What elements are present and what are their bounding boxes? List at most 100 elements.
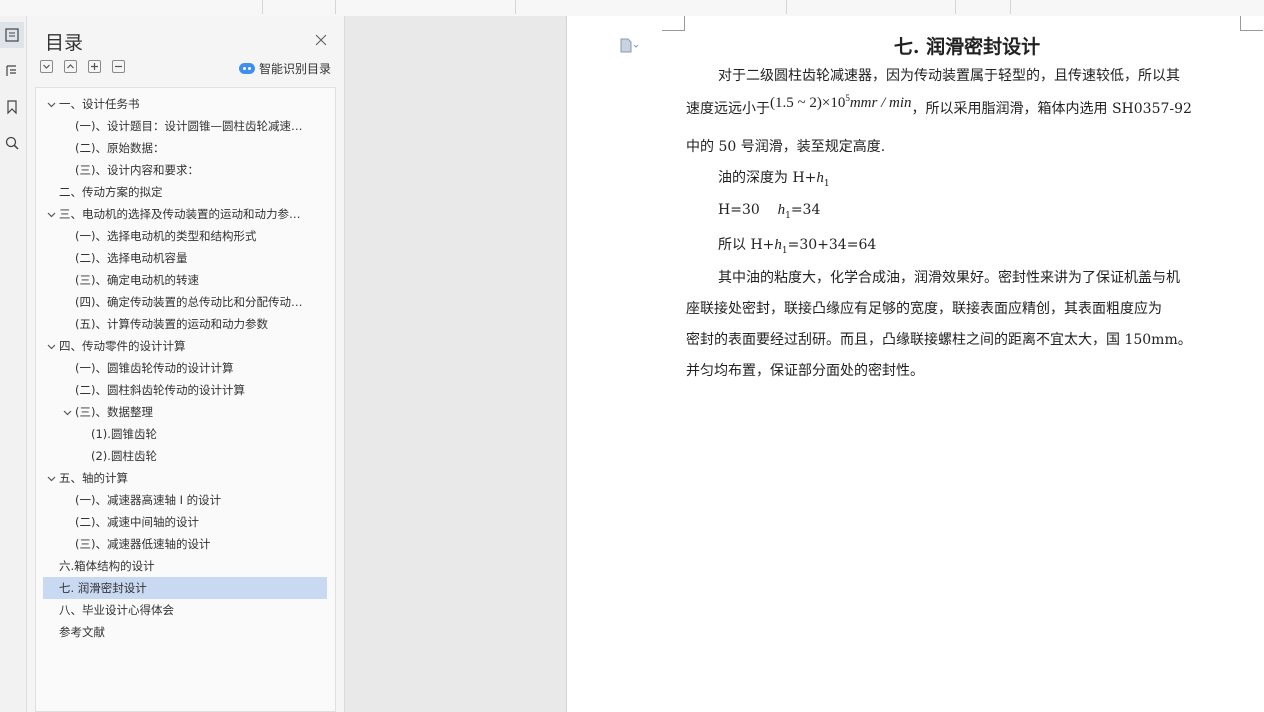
outline-panel-button[interactable] bbox=[0, 58, 24, 84]
toc-item-label: (一)、选择电动机的类型和结构形式 bbox=[75, 229, 257, 243]
text-run: 油的深度为 H+ bbox=[718, 170, 817, 186]
toc-item-label: 二、传动方案的拟定 bbox=[59, 185, 163, 199]
toc-item[interactable]: (二)、选择电动机容量 bbox=[43, 247, 327, 269]
toc-item[interactable]: (一)、减速器高速轴 I 的设计 bbox=[43, 489, 327, 511]
search-icon bbox=[5, 136, 19, 150]
toc-item[interactable]: (一)、圆锥齿轮传动的设计计算 bbox=[43, 357, 327, 379]
formula-line: H=30 h1=34 bbox=[718, 202, 820, 221]
text-run: ，所以采用脂润滑，箱体内选用 SH0357-92 bbox=[911, 101, 1192, 117]
collapse-all-button[interactable] bbox=[64, 60, 77, 73]
text-run: =30+34=64 bbox=[787, 237, 877, 253]
toc-item[interactable]: (二)、圆柱斜齿轮传动的设计计算 bbox=[43, 379, 327, 401]
formula-line: 油的深度为 H+h1 bbox=[718, 167, 830, 189]
caret-spacer bbox=[45, 560, 57, 572]
paragraph-line: 并匀均布置，保证部分面处的密封性。 bbox=[686, 363, 924, 379]
toolbar-divider bbox=[955, 0, 956, 14]
toc-item[interactable]: 四、传动零件的设计计算 bbox=[43, 335, 327, 357]
text-run: 速度远远小于 bbox=[686, 101, 770, 117]
toc-item-label: (二)、原始数据： bbox=[75, 141, 165, 155]
toc-item[interactable]: 一、设计任务书 bbox=[43, 93, 327, 115]
add-heading-button[interactable] bbox=[88, 60, 101, 73]
toc-item-label: (一)、减速器高速轴 I 的设计 bbox=[75, 493, 222, 507]
workspace-gap bbox=[345, 16, 565, 712]
formula-unit: mmr / min bbox=[849, 95, 912, 111]
toc-item[interactable]: (四)、确定传动装置的总传动比和分配传动… bbox=[43, 291, 327, 313]
toc-item[interactable]: (二)、减速中间轴的设计 bbox=[43, 511, 327, 533]
toc-item[interactable]: 七. 润滑密封设计 bbox=[43, 577, 327, 599]
text-run: 所以 H+ bbox=[718, 237, 775, 253]
chevron-down-icon bbox=[43, 64, 50, 69]
toc-item[interactable]: 参考文献 bbox=[43, 621, 327, 643]
toc-item-label: (一)、圆锥齿轮传动的设计计算 bbox=[75, 361, 234, 375]
toc-item-label: (三)、设计内容和要求： bbox=[75, 163, 199, 177]
chevron-down-icon[interactable] bbox=[45, 208, 57, 220]
toc-item[interactable]: (五)、计算传动装置的运动和动力参数 bbox=[43, 313, 327, 335]
caret-spacer bbox=[61, 120, 73, 132]
paragraph-line: 其中油的粘度大，化学合成油，润滑效果好。密封性来讲为了保证机盖与机 bbox=[718, 270, 1180, 286]
smart-toc-button[interactable]: 智能识别目录 bbox=[239, 60, 331, 77]
crop-mark bbox=[662, 16, 685, 31]
caret-spacer bbox=[61, 142, 73, 154]
toc-item[interactable]: (2).圆柱齿轮 bbox=[43, 445, 327, 467]
toc-panel-icon bbox=[5, 28, 19, 42]
toolbar-divider bbox=[335, 0, 336, 14]
formula-line: 所以 H+h1=30+34=64 bbox=[718, 234, 876, 256]
formula-base: (1.5 ~ 2)×10 bbox=[770, 95, 846, 111]
toc-item-label: (二)、选择电动机容量 bbox=[75, 251, 188, 265]
math-var: h bbox=[774, 237, 782, 253]
math-var: h bbox=[777, 202, 786, 218]
toc-item[interactable]: (一)、设计题目：设计圆锥—圆柱齿轮减速… bbox=[43, 115, 327, 137]
crop-mark bbox=[1240, 16, 1263, 31]
caret-spacer bbox=[77, 450, 89, 462]
chevron-down-icon[interactable] bbox=[45, 340, 57, 352]
toc-item[interactable]: (三)、确定电动机的转速 bbox=[43, 269, 327, 291]
top-toolbar bbox=[0, 0, 1264, 17]
toc-item[interactable]: (1).圆锥齿轮 bbox=[43, 423, 327, 445]
caret-spacer bbox=[45, 604, 57, 616]
chevron-down-icon[interactable] bbox=[61, 406, 73, 418]
paragraph-line: 座联接处密封，联接凸缘应有足够的宽度，联接表面应精创，其表面粗度应为 bbox=[686, 301, 1162, 317]
math-var: h bbox=[816, 170, 824, 186]
bookmark-button[interactable] bbox=[0, 94, 24, 120]
toc-item-label: (三)、数据整理 bbox=[75, 405, 153, 419]
paragraph-menu-button[interactable] bbox=[619, 38, 639, 54]
toc-item-label: (三)、确定电动机的转速 bbox=[75, 273, 199, 287]
caret-spacer bbox=[61, 516, 73, 528]
toc-item[interactable]: (一)、选择电动机的类型和结构形式 bbox=[43, 225, 327, 247]
toc-item[interactable]: 六.箱体结构的设计 bbox=[43, 555, 327, 577]
toc-item[interactable]: (三)、减速器低速轴的设计 bbox=[43, 533, 327, 555]
expand-all-button[interactable] bbox=[40, 60, 53, 73]
toc-item[interactable]: (三)、设计内容和要求： bbox=[43, 159, 327, 181]
chevron-down-icon[interactable] bbox=[45, 98, 57, 110]
toc-item[interactable]: 五、轴的计算 bbox=[43, 467, 327, 489]
toc-item-label: 四、传动零件的设计计算 bbox=[59, 339, 186, 353]
side-icon-rail bbox=[0, 16, 27, 712]
outline-panel-icon bbox=[6, 65, 16, 76]
caret-spacer bbox=[61, 230, 73, 242]
toc-item-label: (2).圆柱齿轮 bbox=[91, 449, 157, 463]
close-icon[interactable] bbox=[314, 33, 328, 47]
toc-item-label: 三、电动机的选择及传动装置的运动和动力参… bbox=[59, 207, 301, 221]
chevron-down-icon[interactable] bbox=[45, 472, 57, 484]
paragraph-line: 中的 50 号润滑，装至规定高度. bbox=[686, 139, 886, 155]
remove-heading-button[interactable] bbox=[112, 60, 125, 73]
toc-item-label: (五)、计算传动装置的运动和动力参数 bbox=[75, 317, 268, 331]
toolbar-divider bbox=[1010, 0, 1011, 14]
toolbar-divider bbox=[786, 0, 787, 14]
toc-item-label: (一)、设计题目：设计圆锥—圆柱齿轮减速… bbox=[75, 119, 303, 133]
toc-item[interactable]: 二、传动方案的拟定 bbox=[43, 181, 327, 203]
caret-spacer bbox=[45, 626, 57, 638]
toc-item[interactable]: (三)、数据整理 bbox=[43, 401, 327, 423]
toc-item[interactable]: (二)、原始数据： bbox=[43, 137, 327, 159]
toc-item-label: 七. 润滑密封设计 bbox=[59, 581, 147, 595]
search-button[interactable] bbox=[0, 130, 24, 156]
toc-item[interactable]: 八、毕业设计心得体会 bbox=[43, 599, 327, 621]
toc-item-label: 参考文献 bbox=[59, 625, 105, 639]
paragraph-line: 速度远远小于(1.5 ~ 2)×105mmr / min，所以采用脂润滑，箱体内… bbox=[686, 93, 1192, 118]
math-sub: 1 bbox=[823, 178, 830, 189]
toc-item[interactable]: 三、电动机的选择及传动装置的运动和动力参… bbox=[43, 203, 327, 225]
toc-item-label: 六.箱体结构的设计 bbox=[59, 559, 155, 573]
toolbar-divider bbox=[262, 0, 263, 14]
toc-panel-button[interactable] bbox=[0, 22, 24, 48]
bookmark-icon bbox=[7, 100, 17, 115]
